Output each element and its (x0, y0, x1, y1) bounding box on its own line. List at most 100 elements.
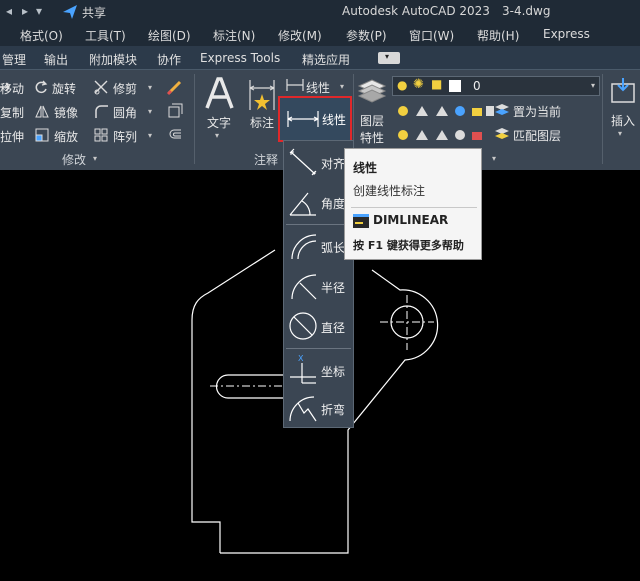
insert-dropdown-icon[interactable]: ▾ (618, 129, 622, 138)
scale-button[interactable]: 缩放 (54, 128, 78, 145)
menu-dimension[interactable]: 标注(N) (213, 27, 255, 44)
layer-properties-button-line2[interactable]: 特性 (360, 129, 384, 146)
linear-top-button[interactable]: 线性 (306, 79, 330, 96)
linear-top-icon (286, 79, 304, 91)
layer-properties-icon (357, 79, 387, 103)
ribbon-tabs: 管理 输出 附加模块 协作 Express Tools 精选应用 ▾ (0, 46, 640, 70)
copy-button[interactable]: 复制 (0, 104, 24, 121)
linear-dimension-button[interactable]: 线性 (278, 96, 352, 142)
tab-collaborate[interactable]: 协作 (157, 51, 181, 68)
linear-tooltip: 线性 创建线性标注 DIMLINEAR 按 F1 键获得更多帮助 (344, 148, 482, 260)
linear-top-dropdown-icon[interactable]: ▾ (340, 82, 344, 91)
trim-button[interactable]: 修剪 (113, 80, 137, 97)
dropdown-item-label: 折弯 (321, 403, 346, 417)
redo-arrow-icon[interactable]: ▸ (22, 4, 28, 18)
dropdown-item-arc-length[interactable]: 弧长 (284, 227, 353, 267)
mirror-icon (35, 105, 49, 118)
share-button[interactable]: 共享 (82, 4, 106, 21)
tooltip-divider (351, 207, 477, 208)
set-current-button[interactable]: 置为当前 (513, 103, 561, 120)
share-icon[interactable] (62, 4, 78, 20)
dropdown-item-ordinate[interactable]: X 坐标 (284, 351, 353, 391)
diameter-dimension-icon (289, 312, 317, 340)
dropdown-item-angular[interactable]: 角度 (284, 183, 353, 223)
dropdown-item-label: 直径 (321, 321, 346, 335)
menu-tools[interactable]: 工具(T) (85, 27, 126, 44)
fillet-button[interactable]: 圆角 (113, 104, 137, 121)
array-dropdown-icon[interactable]: ▾ (148, 131, 152, 140)
tab-output[interactable]: 输出 (44, 51, 68, 68)
layer-color-swatch (449, 80, 461, 92)
dropdown-item-aligned[interactable]: 对齐 (284, 143, 353, 183)
set-current-icon (495, 104, 509, 115)
jogged-dimension-icon (289, 396, 317, 422)
dropdown-item-label: 对齐 (321, 157, 346, 171)
modify-panel-title[interactable]: 修改 (62, 151, 86, 168)
command-icon (353, 214, 369, 228)
linear-dimension-label: 线性 (322, 113, 347, 127)
erase-icon[interactable] (166, 78, 184, 96)
insert-button[interactable]: 插入 (611, 112, 635, 129)
quick-access-dropdown-icon[interactable]: ▾ (36, 4, 42, 18)
menu-format[interactable]: 格式(O) (20, 27, 63, 44)
fillet-dropdown-icon[interactable]: ▾ (148, 107, 152, 116)
arc-length-dimension-icon (291, 234, 317, 260)
svg-text:X: X (298, 354, 304, 363)
menu-bar: 格式(O) 工具(T) 绘图(D) 标注(N) 修改(M) 参数(P) 窗口(W… (0, 24, 640, 46)
current-layer-name: 0 (473, 79, 481, 93)
mirror-button[interactable]: 镜像 (54, 104, 78, 121)
menu-parametric[interactable]: 参数(P) (346, 27, 387, 44)
layer-tools-row1-icons[interactable] (396, 102, 496, 120)
tab-addins[interactable]: 附加模块 (89, 51, 137, 68)
dropdown-item-label: 弧长 (321, 241, 346, 255)
match-layer-button[interactable]: 匹配图层 (513, 127, 561, 144)
rotate-button[interactable]: 旋转 (52, 80, 76, 97)
tab-manage[interactable]: 管理 (2, 51, 26, 68)
dropdown-separator (286, 348, 351, 349)
panel-separator (194, 74, 195, 164)
annotation-panel-title[interactable]: 注释 (254, 151, 278, 168)
tab-overflow-button[interactable]: ▾ (378, 52, 400, 64)
match-layer-icon (495, 128, 509, 139)
tooltip-command: DIMLINEAR (373, 213, 449, 227)
layer-tools-row2-icons[interactable] (396, 126, 496, 144)
text-dropdown-icon[interactable]: ▾ (215, 131, 219, 140)
offset-icon[interactable] (166, 126, 184, 144)
undo-arrow-icon[interactable]: ◂ (6, 4, 12, 18)
menu-modify[interactable]: 修改(M) (278, 27, 322, 44)
array-button[interactable]: 阵列 (113, 128, 137, 145)
panel-separator (602, 74, 603, 164)
layer-on-icon: ● (397, 78, 408, 92)
explode-icon[interactable] (166, 102, 184, 120)
title-bar: ◂ ▸ ▾ 共享 Autodesk AutoCAD 2023 3-4.dwg (0, 0, 640, 24)
tab-overflow-icon: ▾ (385, 52, 390, 61)
tab-featured-apps[interactable]: 精选应用 (302, 51, 350, 68)
dropdown-item-radius[interactable]: 半径 (284, 267, 353, 307)
ordinate-dimension-icon: X (290, 354, 316, 384)
aligned-dimension-icon (289, 148, 317, 176)
stretch-button[interactable]: 拉伸 (0, 128, 24, 145)
dropdown-item-jogged[interactable]: 折弯 (284, 389, 353, 429)
dropdown-item-diameter[interactable]: 直径 (284, 307, 353, 347)
layer-dropdown[interactable]: ● ✺ ■ 0 ▾ (392, 76, 600, 96)
text-button[interactable]: 文字 (207, 114, 231, 131)
trim-dropdown-icon[interactable]: ▾ (148, 83, 152, 92)
menu-draw[interactable]: 绘图(D) (148, 27, 191, 44)
dropdown-item-label: 半径 (321, 281, 346, 295)
menu-express[interactable]: Express (543, 27, 590, 41)
tab-express-tools[interactable]: Express Tools (200, 51, 280, 65)
menu-window[interactable]: 窗口(W) (409, 27, 454, 44)
dropdown-separator (286, 224, 351, 225)
text-icon (205, 77, 234, 109)
move-button[interactable]: 移动 (0, 80, 24, 97)
dimension-icon (249, 80, 275, 110)
layer-dropdown-arrow-icon: ▾ (590, 81, 595, 90)
radius-dimension-icon (291, 274, 317, 300)
layers-panel-expand-icon[interactable]: ▾ (492, 154, 496, 163)
dimension-button[interactable]: 标注 (250, 114, 274, 131)
layer-properties-button[interactable]: 图层 (360, 112, 384, 129)
insert-block-icon (611, 78, 635, 103)
menu-help[interactable]: 帮助(H) (477, 27, 519, 44)
linear-dimension-icon (287, 111, 319, 127)
modify-panel-expand-icon[interactable]: ▾ (93, 154, 97, 163)
